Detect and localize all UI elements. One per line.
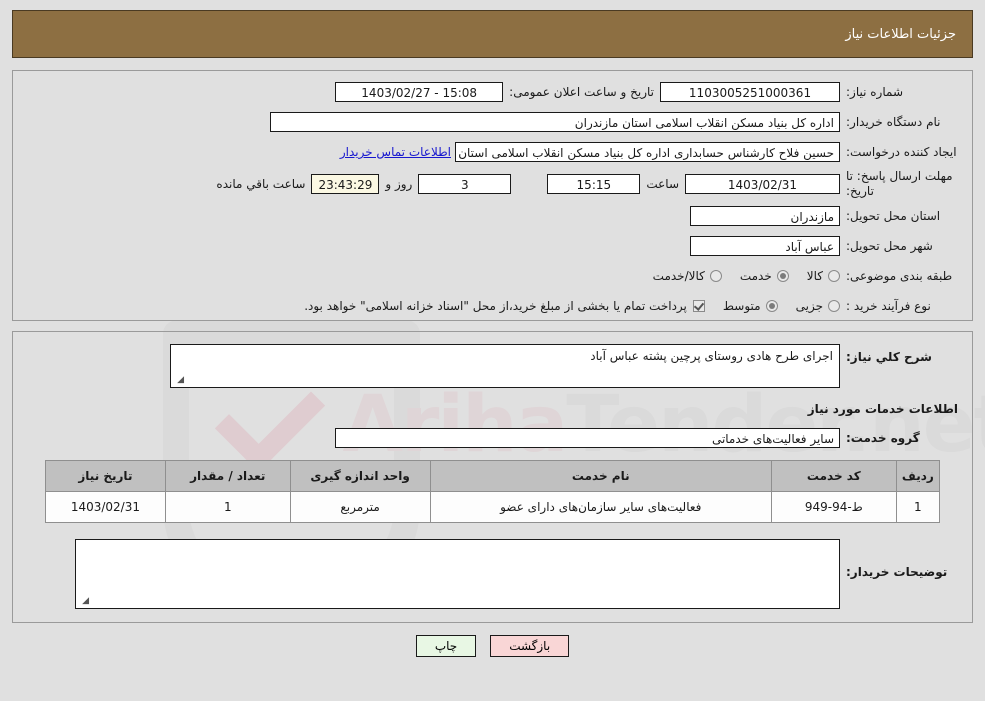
- general-description-textarea[interactable]: اجرای طرح هادی روستای پرچین پشته عباس آب…: [170, 344, 840, 388]
- delivery-province-label: استان محل تحویل:: [840, 209, 958, 223]
- buyer-notes-textarea[interactable]: ◢: [75, 539, 840, 609]
- purchase-radio-motavaset[interactable]: متوسط: [723, 299, 778, 313]
- need-details-panel: شرح کلي نیاز: اجرای طرح هادی روستای پرچی…: [12, 331, 973, 623]
- back-button[interactable]: بازگشت: [490, 635, 569, 657]
- print-button[interactable]: چاپ: [416, 635, 476, 657]
- category-radio-khedmat[interactable]: خدمت: [740, 269, 789, 283]
- row-buyer-notes: توضیحات خریدار: ◢: [27, 539, 958, 609]
- buyer-contact-link[interactable]: اطلاعات تماس خریدار: [340, 145, 455, 159]
- treasury-bond-note: پرداخت تمام یا بخشی از مبلغ خرید،از محل …: [304, 299, 687, 313]
- announce-datetime-label: تاریخ و ساعت اعلان عمومی:: [503, 85, 660, 99]
- column-header-unit: واحد اندازه گیری: [290, 461, 430, 492]
- radio-icon[interactable]: [828, 300, 840, 312]
- buyer-notes-label: توضیحات خریدار:: [840, 539, 958, 579]
- delivery-city-label: شهر محل تحویل:: [840, 239, 958, 253]
- column-header-radif: ردیف: [896, 461, 939, 492]
- purchase-radio-jozii-label: جزیی: [796, 299, 823, 313]
- radio-icon[interactable]: [710, 270, 722, 282]
- footer-actions: بازگشت چاپ: [0, 635, 985, 657]
- delivery-province-value: مازندران: [690, 206, 840, 226]
- radio-selected-icon[interactable]: [766, 300, 778, 312]
- radio-icon[interactable]: [828, 270, 840, 282]
- row-subject-category: طبقه بندی موضوعی: کالا خدمت کالا/خدمت: [27, 263, 958, 289]
- row-delivery-province: استان محل تحویل: مازندران: [27, 203, 958, 229]
- service-group-label: گروه خدمت:: [840, 431, 958, 445]
- row-request-creator: ایجاد کننده درخواست: حسین فلاح کارشناس ح…: [27, 139, 958, 165]
- response-deadline-label: مهلت ارسال پاسخ: تا تاریخ:: [840, 169, 958, 199]
- row-need-number: شماره نیاز: 1103005251000361 تاریخ و ساع…: [27, 79, 958, 105]
- page-title: جزئیات اطلاعات نیاز: [845, 27, 956, 42]
- column-header-service-code: کد خدمت: [771, 461, 896, 492]
- services-table: ردیف کد خدمت نام خدمت واحد اندازه گیری ت…: [45, 460, 940, 523]
- resize-handle-icon[interactable]: ◢: [174, 376, 184, 386]
- row-delivery-city: شهر محل تحویل: عباس آباد: [27, 233, 958, 259]
- row-response-deadline: مهلت ارسال پاسخ: تا تاریخ: 1403/02/31 سا…: [27, 169, 958, 199]
- cell-unit: مترمربع: [290, 492, 430, 523]
- need-summary-panel: شماره نیاز: 1103005251000361 تاریخ و ساع…: [12, 70, 973, 321]
- page-header-bar: جزئیات اطلاعات نیاز: [12, 10, 973, 58]
- category-radio-khedmat-label: خدمت: [740, 269, 772, 283]
- deadline-time-value: 15:15: [547, 174, 640, 194]
- remaining-days-label: روز و: [379, 177, 418, 191]
- request-creator-label: ایجاد کننده درخواست:: [840, 145, 958, 159]
- delivery-city-value: عباس آباد: [690, 236, 840, 256]
- deadline-time-label: ساعت: [640, 177, 685, 191]
- subject-category-radio-group: کالا خدمت کالا/خدمت: [635, 269, 840, 283]
- category-radio-kala-khedmat[interactable]: کالا/خدمت: [653, 269, 722, 283]
- request-creator-value: حسین فلاح کارشناس حسابداری اداره کل بنیا…: [455, 142, 840, 162]
- deadline-date-value: 1403/02/31: [685, 174, 840, 194]
- buyer-org-value: اداره کل بنیاد مسکن انقلاب اسلامی استان …: [270, 112, 840, 132]
- row-service-group: گروه خدمت: سایر فعالیت‌های خدماتی: [27, 428, 958, 448]
- cell-need-date: 1403/02/31: [46, 492, 166, 523]
- remaining-countdown-value: 23:43:29: [311, 174, 379, 194]
- subject-category-label: طبقه بندی موضوعی:: [840, 269, 958, 283]
- general-description-value: اجرای طرح هادی روستای پرچین پشته عباس آب…: [590, 349, 833, 363]
- need-number-value: 1103005251000361: [660, 82, 840, 102]
- treasury-bond-checkbox[interactable]: [693, 300, 705, 312]
- buyer-org-label: نام دستگاه خریدار:: [840, 115, 958, 129]
- row-buyer-organisation: نام دستگاه خریدار: اداره کل بنیاد مسکن ا…: [27, 109, 958, 135]
- radio-selected-icon[interactable]: [777, 270, 789, 282]
- category-radio-kala-label: کالا: [807, 269, 823, 283]
- column-header-need-date: تاریخ نیاز: [46, 461, 166, 492]
- service-group-value: سایر فعالیت‌های خدماتی: [335, 428, 840, 448]
- cell-service-name: فعالیت‌های سایر سازمان‌های دارای عضو: [430, 492, 771, 523]
- row-purchase-type: نوع فرآیند خرید : جزیی متوسط پرداخت تمام…: [27, 293, 958, 319]
- services-section-title: اطلاعات خدمات مورد نیاز: [27, 402, 958, 416]
- general-description-label: شرح کلي نیاز:: [840, 344, 958, 364]
- table-header-row: ردیف کد خدمت نام خدمت واحد اندازه گیری ت…: [46, 461, 940, 492]
- purchase-type-label: نوع فرآیند خرید :: [840, 299, 958, 313]
- need-number-label: شماره نیاز:: [840, 85, 958, 99]
- column-header-quantity: تعداد / مقدار: [165, 461, 290, 492]
- purchase-radio-jozii[interactable]: جزیی: [796, 299, 840, 313]
- purchase-radio-motavaset-label: متوسط: [723, 299, 761, 313]
- resize-handle-icon[interactable]: ◢: [79, 597, 89, 607]
- cell-radif: 1: [896, 492, 939, 523]
- row-general-description: شرح کلي نیاز: اجرای طرح هادی روستای پرچی…: [27, 344, 958, 388]
- remaining-days-value: 3: [418, 174, 511, 194]
- category-radio-kala[interactable]: کالا: [807, 269, 840, 283]
- cell-quantity: 1: [165, 492, 290, 523]
- column-header-service-name: نام خدمت: [430, 461, 771, 492]
- category-radio-kala-khedmat-label: کالا/خدمت: [653, 269, 705, 283]
- announce-datetime-value: 15:08 - 1403/02/27: [335, 82, 503, 102]
- purchase-type-radio-group: جزیی متوسط: [705, 299, 840, 313]
- cell-service-code: ط-94-949: [771, 492, 896, 523]
- table-row: 1 ط-94-949 فعالیت‌های سایر سازمان‌های دا…: [46, 492, 940, 523]
- remaining-countdown-label: ساعت باقي مانده: [210, 177, 311, 191]
